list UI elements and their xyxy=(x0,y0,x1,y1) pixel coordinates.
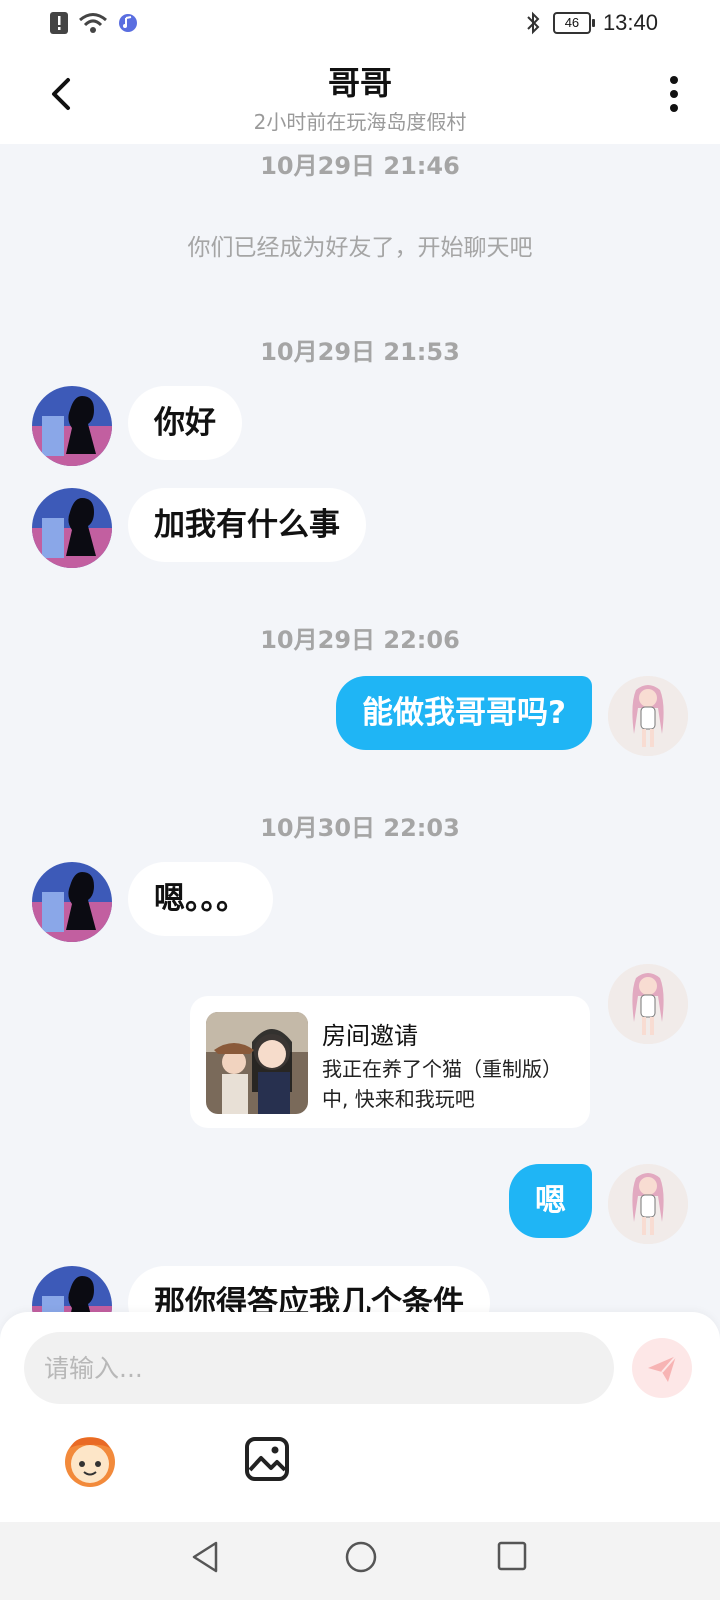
image-icon xyxy=(245,1437,289,1481)
emoji-button[interactable] xyxy=(60,1432,120,1490)
room-invite-card[interactable]: 房间邀请 我正在养了个猫（重制版）中, 快来和我玩吧 xyxy=(190,996,590,1128)
incoming-message: 嗯。。。 xyxy=(128,862,273,936)
message-composer xyxy=(0,1312,720,1522)
wifi-icon xyxy=(79,13,107,33)
my-avatar[interactable] xyxy=(608,964,688,1044)
message-input[interactable] xyxy=(24,1332,614,1404)
nav-home-icon[interactable] xyxy=(344,1540,378,1574)
system-message: 你们已经成为好友了，开始聊天吧 xyxy=(187,235,533,261)
invite-title: 房间邀请 xyxy=(322,1022,418,1050)
battery-indicator: 46 xyxy=(552,12,595,34)
status-icons-left xyxy=(50,12,138,34)
my-avatar[interactable] xyxy=(608,676,688,756)
friend-avatar[interactable] xyxy=(32,862,112,942)
chat-header: 哥哥 2小时前在玩海岛度假村 xyxy=(0,48,720,144)
presence-status: 2小时前在玩海岛度假村 xyxy=(253,110,467,134)
page-title: 哥哥 xyxy=(327,64,392,102)
nav-recent-icon[interactable] xyxy=(496,1540,528,1572)
timestamp: 10月29日 21:53 xyxy=(260,338,460,366)
emoji-icon xyxy=(65,1437,115,1487)
invite-description: 我正在养了个猫（重制版）中, 快来和我玩吧 xyxy=(322,1057,562,1111)
incoming-message: 那你得答应我几个条件 xyxy=(128,1266,490,1312)
alert-icon xyxy=(50,12,68,34)
friend-avatar[interactable] xyxy=(32,488,112,568)
incoming-message: 加我有什么事 xyxy=(128,488,366,562)
outgoing-message: 能做我哥哥吗? xyxy=(336,676,592,750)
timestamp: 10月29日 22:06 xyxy=(260,626,460,654)
bluetooth-icon xyxy=(527,11,540,35)
friend-avatar[interactable] xyxy=(32,1266,112,1312)
status-bar: 46 13:40 xyxy=(0,0,720,48)
more-vertical-icon[interactable] xyxy=(662,74,686,118)
outgoing-message: 嗯 xyxy=(509,1164,592,1238)
status-time: 13:40 xyxy=(602,10,658,35)
image-button[interactable] xyxy=(244,1436,290,1482)
send-icon xyxy=(648,1355,677,1382)
send-button[interactable] xyxy=(632,1338,692,1398)
incoming-message: 你好 xyxy=(128,386,242,460)
friend-avatar[interactable] xyxy=(32,386,112,466)
my-avatar[interactable] xyxy=(608,1164,688,1244)
status-icons-right: 46 13:40 xyxy=(525,10,658,36)
nav-back-icon[interactable] xyxy=(190,1540,220,1574)
invite-thumbnail xyxy=(206,1012,308,1114)
system-nav-bar xyxy=(0,1522,720,1600)
chat-area[interactable]: 10月29日 21:46 你们已经成为好友了，开始聊天吧 10月29日 21:5… xyxy=(0,144,720,1312)
music-app-icon xyxy=(119,14,137,32)
timestamp: 10月29日 21:46 xyxy=(260,152,460,180)
timestamp: 10月30日 22:03 xyxy=(260,814,460,842)
